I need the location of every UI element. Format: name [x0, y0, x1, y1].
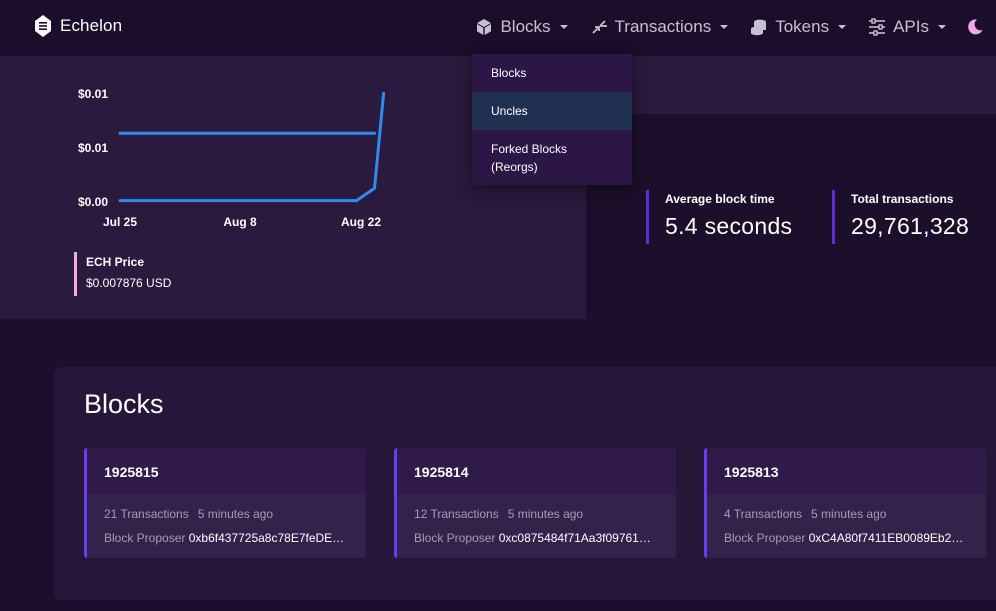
transfer-arrows-icon [591, 20, 607, 34]
x-tick-label: Aug 8 [223, 215, 257, 229]
chevron-down-icon [938, 25, 946, 29]
stat-label: Average block time [665, 192, 775, 206]
nav-transactions-label: Transactions [614, 17, 712, 36]
block-tile[interactable]: 1925814 12 Transactions 5 minutes ago Blo… [394, 448, 676, 558]
ech-price: ECH Price $0.007876 USD [74, 252, 171, 296]
x-tick-label: Aug 22 [341, 215, 381, 229]
dropdown-item-forked-blocks[interactable]: Forked Blocks (Reorgs) [472, 140, 612, 176]
dropdown-item-uncles[interactable]: Uncles [472, 92, 632, 130]
block-time: 5 minutes ago [197, 507, 274, 521]
nav-apis-label: APIs [893, 17, 929, 36]
block-tile-header: 1925815 [87, 448, 366, 494]
block-tx-count: 21 Transactions [104, 507, 189, 521]
echelon-logo-icon [35, 15, 51, 37]
block-proposer-address[interactable]: 0xb6f437725a8c78E7feDE… [189, 531, 344, 545]
moon-icon[interactable] [966, 18, 984, 36]
stat-value: 5.4 seconds [665, 213, 793, 239]
x-tick-label: Jul 25 [103, 215, 137, 229]
blocks-dropdown-menu: Blocks Uncles Forked Blocks (Reorgs) [472, 54, 632, 185]
stat-value: 29,761,328 [851, 213, 970, 239]
stat-total-transactions: Total transactions 29,761,328 [832, 190, 969, 244]
block-tile[interactable]: 1925815 21 Transactions 5 minutes ago Blo… [84, 448, 366, 558]
ech-price-value: $0.007876 USD [86, 276, 172, 290]
nav-transactions[interactable]: Transactions [590, 17, 729, 37]
block-meta: 12 Transactions 5 minutes ago [414, 507, 583, 521]
y-tick-label: $0.00 [78, 195, 108, 209]
stat-label: Total transactions [851, 192, 954, 206]
stat-average-block-time: Average block time 5.4 seconds [646, 190, 792, 244]
block-proposer-address[interactable]: 0xc0875484f71Aa3f09761… [499, 531, 651, 545]
block-meta: 4 Transactions 5 minutes ago [724, 507, 886, 521]
blocks-section: Blocks 1925815 21 Transactions 5 minutes … [54, 367, 996, 600]
block-proposer: Block Proposer 0xC4A80f7411EB0089Eb2… [724, 531, 974, 545]
chevron-down-icon [720, 25, 729, 29]
nav-menu: Blocks Transactions Tokens APIs [475, 0, 996, 54]
ech-price-label: ECH Price [86, 255, 145, 269]
nav-blocks[interactable]: Blocks [475, 17, 568, 37]
cube-icon [477, 19, 492, 35]
block-number[interactable]: 1925813 [724, 464, 779, 480]
block-time: 5 minutes ago [811, 507, 887, 521]
sliders-icon [869, 18, 886, 36]
nav-blocks-label: Blocks [500, 17, 551, 36]
coins-icon [751, 19, 767, 36]
block-proposer-address[interactable]: 0xC4A80f7411EB0089Eb2… [809, 531, 964, 545]
block-tile-header: 1925814 [397, 448, 676, 494]
block-meta: 21 Transactions 5 minutes ago [104, 507, 273, 521]
chevron-down-icon [838, 25, 847, 29]
block-tx-count: 12 Transactions [414, 507, 499, 521]
block-number[interactable]: 1925814 [414, 464, 469, 480]
y-tick-label: $0.01 [78, 87, 108, 101]
block-tile-header: 1925813 [707, 448, 986, 494]
nav-tokens-label: Tokens [775, 17, 830, 36]
block-tile[interactable]: 1925813 4 Transactions 5 minutes ago Bloc… [704, 448, 986, 558]
block-tx-count: 4 Transactions [724, 507, 803, 521]
block-proposer-label: Block Proposer [104, 531, 186, 545]
header-panel [586, 56, 996, 114]
block-proposer: Block Proposer 0xc0875484f71Aa3f09761… [414, 531, 664, 545]
block-proposer-label: Block Proposer [724, 531, 806, 545]
block-proposer-label: Block Proposer [414, 531, 496, 545]
block-time: 5 minutes ago [507, 507, 584, 521]
nav-apis[interactable]: APIs [868, 17, 946, 37]
y-tick-label: $0.01 [78, 141, 108, 155]
dropdown-item-blocks[interactable]: Blocks [472, 64, 632, 82]
chevron-down-icon [559, 25, 568, 29]
series-line [118, 91, 386, 203]
app-name: Echelon [60, 16, 123, 35]
block-proposer: Block Proposer 0xb6f437725a8c78E7feDE… [104, 531, 354, 545]
section-title: Blocks [84, 389, 164, 419]
logo[interactable]: Echelon [34, 14, 122, 38]
nav-tokens[interactable]: Tokens [750, 17, 847, 37]
block-number[interactable]: 1925815 [104, 464, 159, 480]
top-navbar: Echelon Blocks Transactions Tokens APIs [0, 0, 996, 54]
